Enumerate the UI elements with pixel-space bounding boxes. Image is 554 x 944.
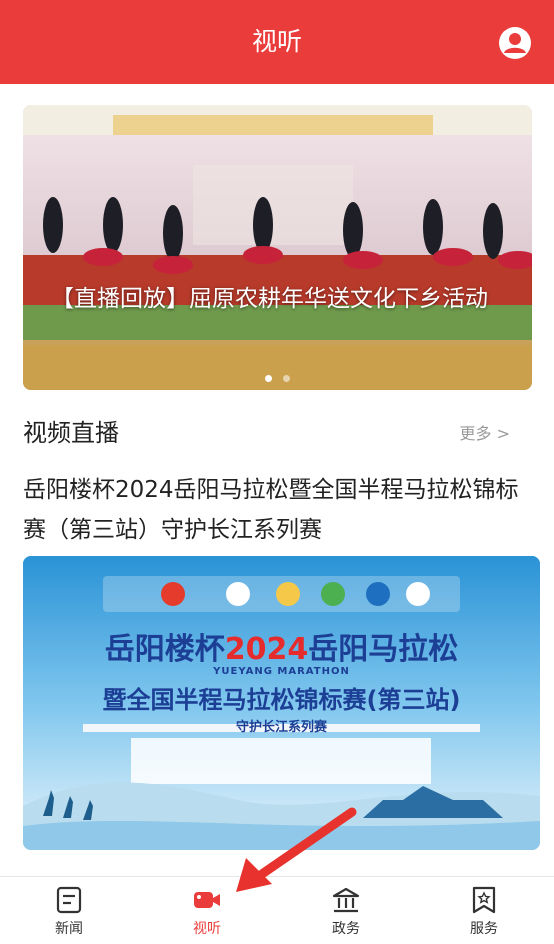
government-icon bbox=[332, 887, 360, 913]
user-circle-icon bbox=[499, 27, 531, 59]
tab-label: 服务 bbox=[470, 921, 498, 937]
bottom-tab-bar: 新闻 视听 政务 服务 bbox=[0, 876, 554, 944]
carousel-dot bbox=[283, 375, 291, 382]
featured-banner[interactable]: 【直播回放】屈原农耕年华送文化下乡活动 bbox=[23, 105, 532, 390]
video-card[interactable]: 岳阳楼杯2024岳阳马拉松 YUEYANG MARATHON 暨全国半程马拉松锦… bbox=[23, 556, 540, 850]
tab-news[interactable]: 新闻 bbox=[0, 877, 138, 944]
video-title[interactable]: 岳阳楼杯2024岳阳马拉松暨全国半程马拉松锦标赛（第三站）守护长江系列赛 bbox=[23, 470, 532, 550]
banner-image bbox=[23, 105, 532, 390]
banner-caption: 【直播回放】屈原农耕年华送文化下乡活动 bbox=[51, 286, 488, 312]
tab-video[interactable]: 视听 bbox=[138, 877, 276, 944]
tab-label: 新闻 bbox=[55, 921, 83, 937]
poster-subtitle: YUEYANG MARATHON bbox=[213, 666, 350, 677]
top-bar: 视听 bbox=[0, 0, 554, 84]
tab-service[interactable]: 服务 bbox=[415, 877, 553, 944]
tab-label: 政务 bbox=[332, 921, 360, 937]
poster-line-3: 守护长江系列赛 bbox=[235, 720, 327, 735]
more-link[interactable]: 更多 > bbox=[460, 423, 511, 445]
poster-headline-part: 岳阳马拉松 bbox=[308, 632, 459, 667]
news-icon bbox=[56, 886, 82, 914]
page-title: 视听 bbox=[251, 27, 302, 56]
video-camera-icon bbox=[194, 892, 220, 908]
poster-year: 2024 bbox=[224, 632, 309, 667]
poster-headline-part: 岳阳楼杯 bbox=[104, 632, 225, 667]
section-header: 视频直播 更多 > bbox=[23, 415, 532, 451]
carousel-dot bbox=[264, 375, 272, 382]
service-icon bbox=[472, 886, 496, 914]
poster-headline: 岳阳楼杯2024岳阳马拉松 bbox=[23, 624, 540, 668]
tab-government[interactable]: 政务 bbox=[277, 877, 415, 944]
poster-line-2: 暨全国半程马拉松锦标赛(第三站) bbox=[102, 686, 461, 714]
tab-label: 视听 bbox=[193, 921, 221, 937]
carousel-indicator bbox=[23, 367, 532, 386]
section-title: 视频直播 bbox=[23, 419, 119, 447]
user-profile-button[interactable] bbox=[498, 26, 532, 60]
